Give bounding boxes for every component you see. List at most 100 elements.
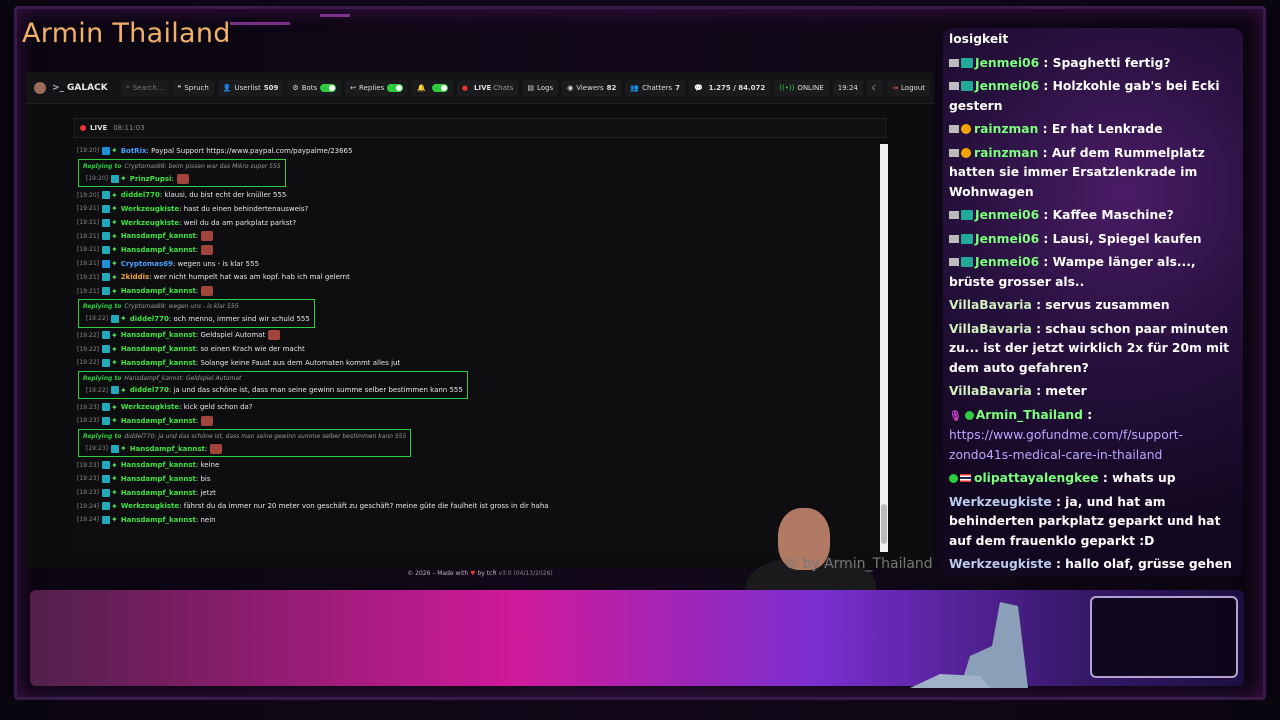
logout-button[interactable]: ⇥ Logout [887,79,930,96]
overlay-chat-username: rainzman [974,145,1039,160]
chatters-button[interactable]: 👥 Chatters 7 [625,79,685,96]
star-badge-icon: ✦ [110,146,118,156]
overlay-chat-message: Jenmei06 : Holzkohle gab's bei Ecki gest… [943,75,1243,118]
viewers-button[interactable]: ◉ Viewers 82 [562,79,622,96]
overlay-chat-text: : servus zusammen [1031,298,1170,312]
user-icon: 👤 [222,83,232,92]
overlay-chat-text: losigkeit [949,32,1009,46]
chatters-label: Chatters [642,83,673,92]
replies-toggle[interactable]: ↩ Replies [345,79,409,96]
logout-label: Logout [901,83,925,92]
message-timestamp: [19:23] [77,489,99,497]
star-badge-icon: ✦ [110,330,118,340]
badge-icon [101,474,110,483]
star-badge-icon: ✦ [110,344,118,354]
emote-image [176,173,189,184]
message-timestamp: [19:22] [77,359,99,367]
star-badge-icon: ✦ [110,488,118,498]
chat-message: [19:23] ✦ Werkzeugkiste: kick geld schon d… [74,400,884,414]
chat-username[interactable]: BotRix [121,147,147,155]
sound-toggle[interactable]: 🔔 [412,79,453,96]
mod-icon [949,125,959,133]
message-timestamp: [19:21] [77,205,99,213]
mod-icon [949,58,959,67]
search-placeholder: Search... [132,83,164,92]
chat-username[interactable]: PrinzPupsi [130,175,172,183]
bots-toggle[interactable]: ⚙ Bots [287,79,342,96]
chats-label: Chats [493,83,514,92]
toggle-switch[interactable] [431,83,448,92]
logs-label: Logs [536,83,554,92]
chat-message: [19:20] ✦ PrinzPupsi: [83,172,281,186]
mod-icon [949,148,959,157]
logs-button[interactable]: ▤ Logs [522,79,559,96]
chat-username[interactable]: Hansdampf_kannst [121,345,196,353]
overlay-chat-message: 🎙 Armin_Thailand : https://www.gofundme.co… [943,404,1243,468]
chat-username[interactable]: diddel770 [121,191,160,199]
message-text: : nein [195,515,216,524]
robot-icon: ⚙ [292,83,299,92]
toggle-switch[interactable] [320,83,337,92]
chat-message: [19:22] ✦ diddel770: ja und das schöne ist… [83,384,463,398]
chat-username[interactable]: Werkzeugkiste [121,502,179,510]
chat-username[interactable]: Hansdampf_kannst [121,232,196,240]
message-count-value: 1.275 / 84.072 [708,83,766,92]
chat-username[interactable]: Hansdampf_kannst [121,417,196,425]
chat-username[interactable]: diddel770 [130,386,169,394]
toggle-switch[interactable] [387,83,404,92]
stream-title: Armin Thailand [22,18,231,49]
message-text: : kick geld schon da? [179,403,253,412]
chat-username[interactable]: 2kiddis [121,273,150,281]
chat-username[interactable]: Hansdampf_kannst [121,287,196,295]
message-text: : jetzt [195,488,216,497]
chat-username[interactable]: Hansdampf_kannst [121,516,196,524]
viewers-count: 82 [606,83,617,92]
search-input[interactable]: ⌕ Search... [120,79,169,96]
chat-username[interactable]: diddel770 [130,315,169,323]
chat-message-list[interactable]: [19:20] ✦ BotRix: Paypal Support https://w… [74,144,884,552]
message-text: : [204,444,208,453]
userlist-button[interactable]: 👤 Userlist 509 [217,79,284,96]
chat-username[interactable]: Hansdampf_kannst [121,246,196,254]
chat-username[interactable]: Cryptomas69 [121,260,173,268]
theme-toggle[interactable]: ☾ [866,79,884,96]
search-icon: ⌕ [125,83,130,91]
star-badge-icon: ✦ [110,460,118,470]
message-timestamp: [19:22] [77,345,99,353]
message-count: 💬 1.275 / 84.072 [688,79,771,96]
overlay-chat-text: : Kaffee Maschine? [1039,208,1174,222]
chat-username[interactable]: Hansdampf_kannst [121,475,196,483]
chat-username[interactable]: Werkzeugkiste [121,403,179,411]
chat-username[interactable]: Hansdampf_kannst [121,489,196,497]
overlay-chat-message: Werkzeugkiste : ja, und hat am behindert… [943,491,1243,554]
app-logo[interactable]: >_ GALACK [34,81,111,94]
chat-username[interactable]: Werkzeugkiste [121,219,179,227]
document-icon: ▤ [527,83,534,92]
overlay-chat-message: olipattayalengkee : whats up [943,467,1243,491]
chat-username[interactable]: Hansdampf_kannst [121,461,196,469]
live-chats-button[interactable]: ● LIVE Chats [456,79,519,96]
terminal-icon: >_ [52,82,65,93]
reply-label: Replying to [83,432,122,440]
message-timestamp: [19:21] [77,219,99,227]
chat-username[interactable]: Werkzeugkiste [121,205,179,213]
chat-scrollbar[interactable] [880,144,888,552]
overlay-chat-message: Jenmei06 : Kaffee Maschine? [943,204,1243,228]
mod-icon [949,258,959,266]
top-toolbar: >_ GALACK ⌕ Search... ❝ Spruch 👤 Userlist 5… [26,72,934,104]
chat-username[interactable]: Hansdampf_kannst [121,331,196,339]
glitch-line [230,22,290,25]
overlay-chat-text: : meter [1031,384,1087,398]
reply-context: Replying to diddel770: ja und das schöne … [83,431,406,442]
overlay-chat-link[interactable]: https://www.gofundme.com/f/support-zondo… [949,428,1183,462]
logout-icon: ⇥ [892,83,899,92]
star-badge-icon: ✦ [110,286,118,296]
badge-icon [101,416,110,425]
spruch-button[interactable]: ❝ Spruch [172,79,214,96]
chat-username[interactable]: Hansdampf_kannst [130,445,205,453]
overlay-chat-message: VillaBavaria : servus zusammen [943,294,1243,318]
message-timestamp: [19:23] [77,461,99,469]
star-badge-icon: ✦ [110,358,118,368]
quote-icon: ❝ [177,83,182,92]
chat-username[interactable]: Hansdampf_kannst [121,359,196,367]
